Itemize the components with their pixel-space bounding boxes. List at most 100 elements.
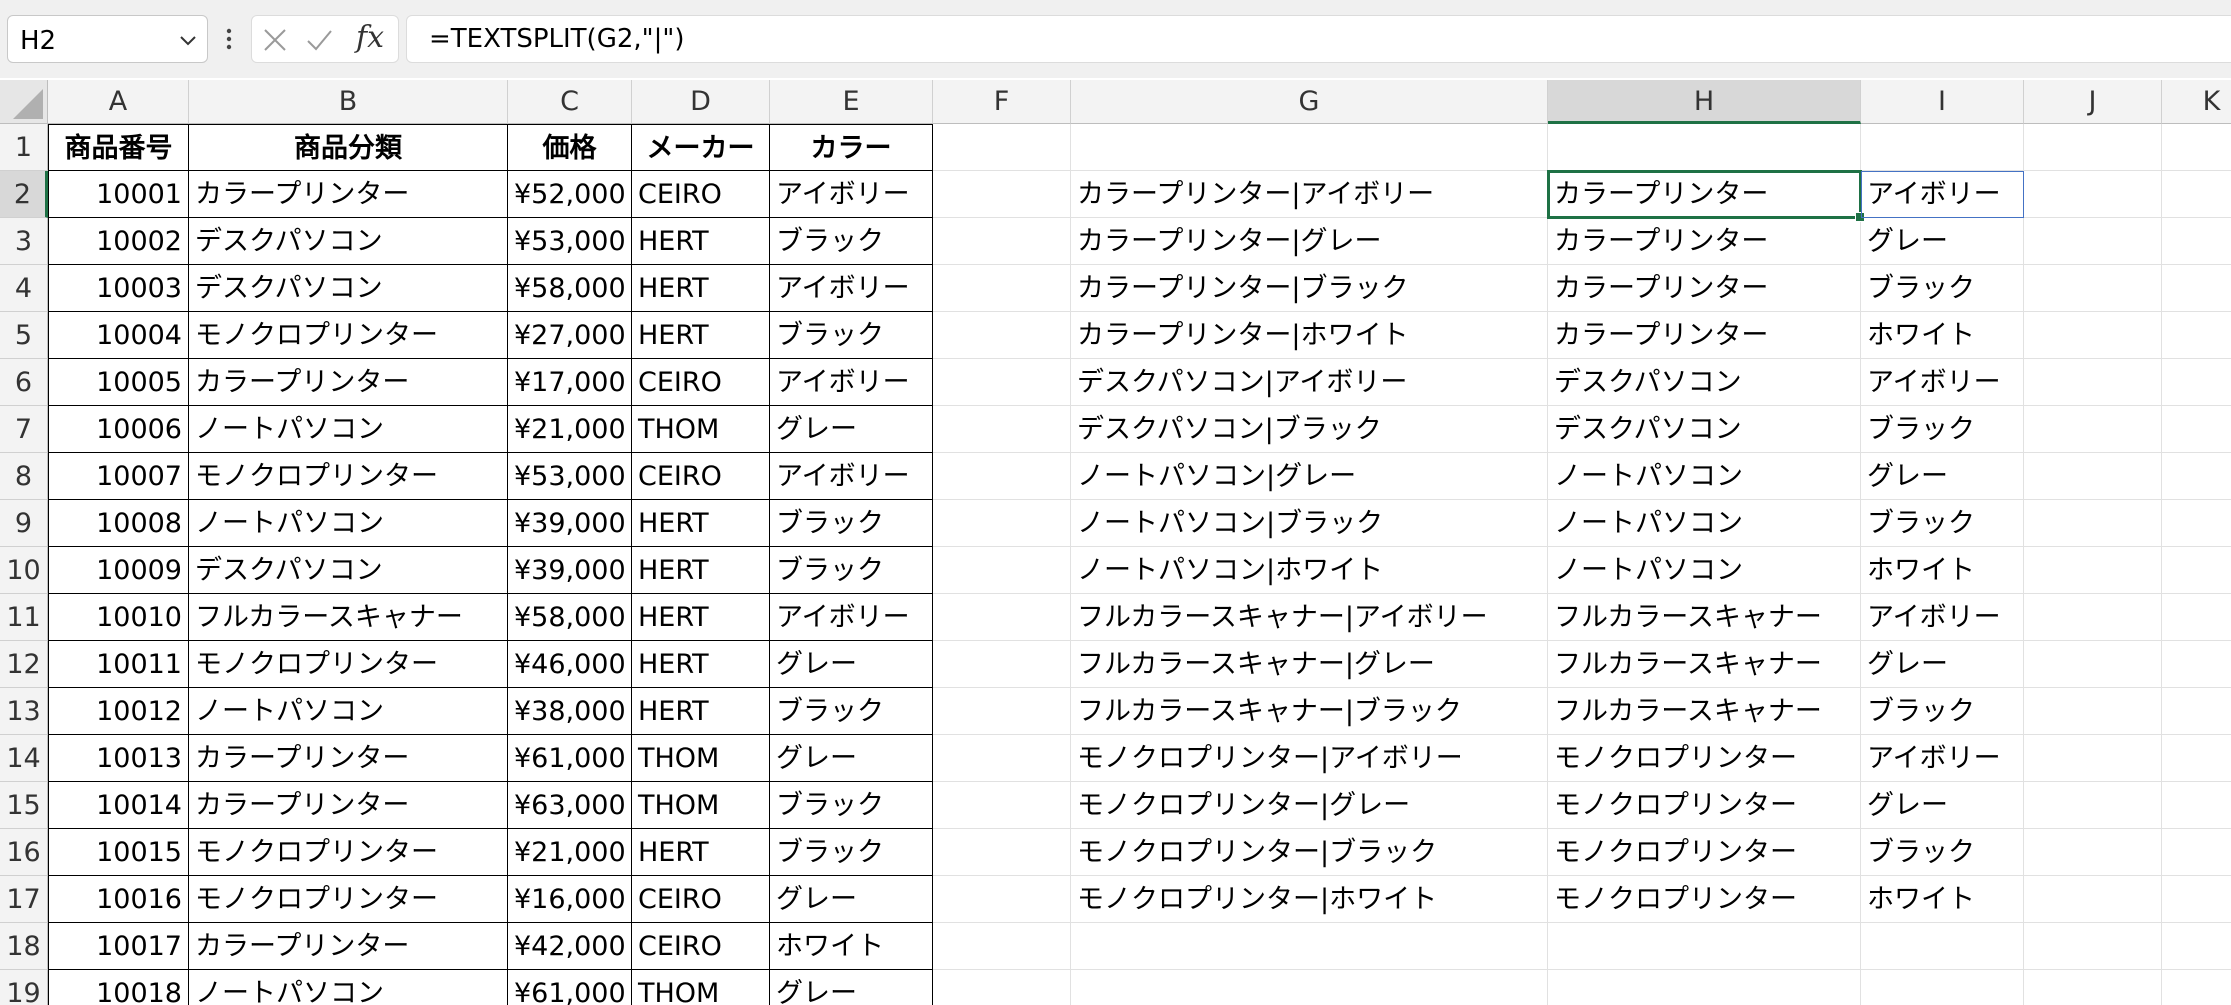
cell-i1[interactable] (1861, 124, 2024, 171)
cell-a6[interactable]: 10005 (48, 359, 189, 406)
cell-j13[interactable] (2024, 688, 2162, 735)
cell-c10[interactable]: ¥39,000 (508, 547, 632, 594)
cell-e1[interactable]: カラー (770, 124, 933, 171)
cell-b12[interactable]: モノクロプリンター (189, 641, 508, 688)
cell-b16[interactable]: モノクロプリンター (189, 829, 508, 876)
cell-c16[interactable]: ¥21,000 (508, 829, 632, 876)
cell-e16[interactable]: ブラック (770, 829, 933, 876)
cell-g5[interactable]: カラープリンター|ホワイト (1071, 312, 1548, 359)
row-header-2[interactable]: 2 (0, 171, 48, 218)
cell-k7[interactable] (2162, 406, 2231, 453)
cell-h10[interactable]: ノートパソコン (1548, 547, 1861, 594)
cell-c1[interactable]: 価格 (508, 124, 632, 171)
cell-k17[interactable] (2162, 876, 2231, 923)
cell-e6[interactable]: アイボリー (770, 359, 933, 406)
cell-f12[interactable] (933, 641, 1071, 688)
cell-k5[interactable] (2162, 312, 2231, 359)
row-header-15[interactable]: 15 (0, 782, 48, 829)
cell-i16[interactable]: ブラック (1861, 829, 2024, 876)
cell-e5[interactable]: ブラック (770, 312, 933, 359)
cell-a16[interactable]: 10015 (48, 829, 189, 876)
cell-h8[interactable]: ノートパソコン (1548, 453, 1861, 500)
cell-b2[interactable]: カラープリンター (189, 171, 508, 218)
cell-i11[interactable]: アイボリー (1861, 594, 2024, 641)
cell-c5[interactable]: ¥27,000 (508, 312, 632, 359)
cell-c13[interactable]: ¥38,000 (508, 688, 632, 735)
cell-g1[interactable] (1071, 124, 1548, 171)
cell-i9[interactable]: ブラック (1861, 500, 2024, 547)
cell-f8[interactable] (933, 453, 1071, 500)
name-box[interactable]: H2 (7, 15, 208, 63)
cell-j10[interactable] (2024, 547, 2162, 594)
cell-g15[interactable]: モノクロプリンター|グレー (1071, 782, 1548, 829)
cell-c12[interactable]: ¥46,000 (508, 641, 632, 688)
cell-d9[interactable]: HERT (632, 500, 770, 547)
row-header-1[interactable]: 1 (0, 124, 48, 171)
cell-h16[interactable]: モノクロプリンター (1548, 829, 1861, 876)
cell-h18[interactable] (1548, 923, 1861, 970)
cell-c8[interactable]: ¥53,000 (508, 453, 632, 500)
cell-h13[interactable]: フルカラースキャナー (1548, 688, 1861, 735)
select-all-button[interactable] (0, 80, 48, 124)
cell-g7[interactable]: デスクパソコン|ブラック (1071, 406, 1548, 453)
row-header-11[interactable]: 11 (0, 594, 48, 641)
cell-a17[interactable]: 10016 (48, 876, 189, 923)
cell-a11[interactable]: 10010 (48, 594, 189, 641)
cell-i8[interactable]: グレー (1861, 453, 2024, 500)
cell-j16[interactable] (2024, 829, 2162, 876)
cell-d13[interactable]: HERT (632, 688, 770, 735)
column-header-f[interactable]: F (933, 80, 1071, 124)
cell-i18[interactable] (1861, 923, 2024, 970)
cell-i15[interactable]: グレー (1861, 782, 2024, 829)
cell-h19[interactable] (1548, 970, 1861, 1005)
cell-h4[interactable]: カラープリンター (1548, 265, 1861, 312)
cell-k9[interactable] (2162, 500, 2231, 547)
column-header-d[interactable]: D (632, 80, 770, 124)
cell-d12[interactable]: HERT (632, 641, 770, 688)
cell-j14[interactable] (2024, 735, 2162, 782)
cell-c14[interactable]: ¥61,000 (508, 735, 632, 782)
cell-e12[interactable]: グレー (770, 641, 933, 688)
cell-k6[interactable] (2162, 359, 2231, 406)
cell-f19[interactable] (933, 970, 1071, 1005)
cell-j11[interactable] (2024, 594, 2162, 641)
cell-g19[interactable] (1071, 970, 1548, 1005)
cell-h1[interactable] (1548, 124, 1861, 171)
cell-c2[interactable]: ¥52,000 (508, 171, 632, 218)
cell-k16[interactable] (2162, 829, 2231, 876)
cell-g2[interactable]: カラープリンター|アイボリー (1071, 171, 1548, 218)
row-header-14[interactable]: 14 (0, 735, 48, 782)
cell-b8[interactable]: モノクロプリンター (189, 453, 508, 500)
cell-e8[interactable]: アイボリー (770, 453, 933, 500)
cell-g3[interactable]: カラープリンター|グレー (1071, 218, 1548, 265)
cell-e3[interactable]: ブラック (770, 218, 933, 265)
column-header-g[interactable]: G (1071, 80, 1548, 124)
row-header-3[interactable]: 3 (0, 218, 48, 265)
cell-h11[interactable]: フルカラースキャナー (1548, 594, 1861, 641)
cell-e17[interactable]: グレー (770, 876, 933, 923)
row-header-6[interactable]: 6 (0, 359, 48, 406)
cell-k4[interactable] (2162, 265, 2231, 312)
column-header-j[interactable]: J (2024, 80, 2162, 124)
cell-d10[interactable]: HERT (632, 547, 770, 594)
cell-a13[interactable]: 10012 (48, 688, 189, 735)
cell-a5[interactable]: 10004 (48, 312, 189, 359)
cell-k3[interactable] (2162, 218, 2231, 265)
cell-c11[interactable]: ¥58,000 (508, 594, 632, 641)
cell-k8[interactable] (2162, 453, 2231, 500)
cell-i7[interactable]: ブラック (1861, 406, 2024, 453)
cell-j7[interactable] (2024, 406, 2162, 453)
cell-b6[interactable]: カラープリンター (189, 359, 508, 406)
cell-g6[interactable]: デスクパソコン|アイボリー (1071, 359, 1548, 406)
cell-a18[interactable]: 10017 (48, 923, 189, 970)
cell-f5[interactable] (933, 312, 1071, 359)
cell-k1[interactable] (2162, 124, 2231, 171)
cell-e10[interactable]: ブラック (770, 547, 933, 594)
cell-f16[interactable] (933, 829, 1071, 876)
cell-g8[interactable]: ノートパソコン|グレー (1071, 453, 1548, 500)
cell-j2[interactable] (2024, 171, 2162, 218)
cell-k15[interactable] (2162, 782, 2231, 829)
cell-d18[interactable]: CEIRO (632, 923, 770, 970)
cell-d16[interactable]: HERT (632, 829, 770, 876)
cell-k13[interactable] (2162, 688, 2231, 735)
